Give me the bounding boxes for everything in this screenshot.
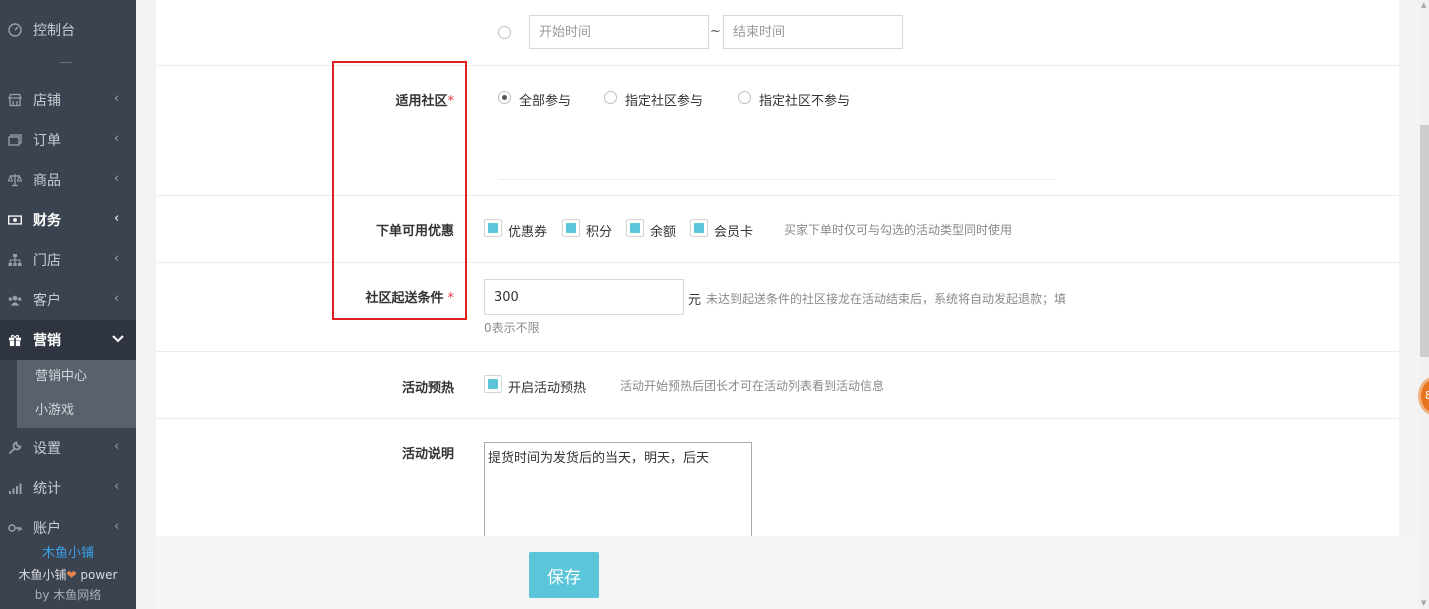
- scroll-down-icon[interactable]: ▼: [1421, 600, 1427, 607]
- chevron-left-icon: ‹: [114, 171, 120, 186]
- community-divider: [498, 179, 1056, 180]
- sitemap-icon: [8, 253, 22, 267]
- sidebar-item-marketing[interactable]: 营销: [0, 320, 136, 360]
- end-time-input[interactable]: [723, 15, 903, 49]
- scale-icon: [8, 173, 22, 187]
- sidebar-item-store[interactable]: 店铺 ‹: [0, 80, 136, 120]
- scrollbar-thumb[interactable]: [1420, 125, 1429, 357]
- community-radio-excluded[interactable]: [738, 91, 751, 104]
- chevron-left-icon: ‹: [114, 291, 120, 306]
- brand-power-suffix: power: [76, 568, 118, 582]
- scroll-up-icon[interactable]: ▲: [1421, 2, 1427, 9]
- sidebar-item-label: 统计: [33, 481, 61, 497]
- sidebar-item-label: 门店: [33, 253, 61, 269]
- footer-bar: [156, 536, 1419, 609]
- sidebar-item-label: 店铺: [33, 93, 61, 109]
- dashboard-icon: [8, 23, 22, 37]
- discount-checkbox-coupon[interactable]: [484, 219, 502, 237]
- community-radio-all[interactable]: [498, 91, 511, 104]
- sidebar: 控制台 店铺 ‹ 订单 ‹ 商品 ‹ 财务 ‹ 门店 ‹ 客户 ‹ 营销 营销中…: [0, 0, 136, 609]
- description-label: 活动说明: [401, 447, 454, 462]
- order-icon: [8, 133, 22, 147]
- discount-hint: 买家下单时仅可与勾选的活动类型同时使用: [784, 223, 1013, 237]
- community-option-all[interactable]: 全部参与: [519, 90, 571, 109]
- sidebar-item-customer[interactable]: 客户 ‹: [0, 280, 136, 320]
- sidebar-item-label: 账户: [33, 521, 61, 537]
- community-radio-specified[interactable]: [604, 91, 617, 104]
- sidebar-item-label: 设置: [33, 441, 61, 457]
- chevron-left-icon: ‹: [114, 479, 120, 494]
- heart-icon: ❤: [66, 568, 77, 582]
- sidebar-item-label: 控制台: [33, 23, 75, 39]
- save-button[interactable]: 保存: [529, 552, 599, 598]
- delivery-hint: 未达到起送条件的社区接龙在活动结束后，系统将自动发起退款；填: [706, 292, 1067, 306]
- bar-signal-icon: [8, 481, 22, 495]
- sidebar-subitem-marketing-center[interactable]: 营销中心: [17, 360, 136, 394]
- sidebar-item-label: 财务: [33, 213, 61, 229]
- chevron-left-icon: ‹: [114, 91, 120, 106]
- sidebar-subitem-minigame[interactable]: 小游戏: [17, 394, 136, 428]
- discount-checkbox-balance[interactable]: [626, 219, 644, 237]
- sidebar-brand: 木鱼小铺 木鱼小铺❤ power by 木鱼网络: [0, 543, 136, 605]
- gift-icon: [8, 333, 22, 347]
- sidebar-item-label: 营销: [33, 333, 61, 349]
- time-separator: ~: [710, 24, 721, 39]
- chevron-left-icon: ‹: [114, 519, 120, 534]
- preheat-hint: 活动开始预热后团长才可在活动列表看到活动信息: [620, 379, 885, 393]
- sidebar-item-order[interactable]: 订单 ‹: [0, 120, 136, 160]
- brand-power-prefix: 木鱼小铺: [18, 568, 67, 582]
- discount-option-balance[interactable]: 余额: [650, 221, 676, 240]
- money-icon: [8, 213, 22, 227]
- chevron-left-icon: ‹: [114, 439, 120, 454]
- sidebar-item-label: 订单: [33, 133, 61, 149]
- key-icon: [8, 521, 22, 535]
- chevron-left-icon: ‹: [114, 251, 120, 266]
- store-icon: [8, 93, 22, 107]
- sidebar-item-goods[interactable]: 商品 ‹: [0, 160, 136, 200]
- discount-checkbox-membercard[interactable]: [690, 219, 708, 237]
- highlight-box: [332, 61, 467, 320]
- delivery-unit: 元: [688, 293, 702, 308]
- sidebar-item-dashboard[interactable]: 控制台: [0, 10, 136, 50]
- community-option-specified[interactable]: 指定社区参与: [625, 90, 703, 109]
- discount-option-coupon[interactable]: 优惠券: [508, 221, 547, 240]
- delivery-threshold-input[interactable]: [484, 279, 684, 315]
- sidebar-item-stats[interactable]: 统计 ‹: [0, 468, 136, 508]
- chevron-left-icon: ‹: [114, 131, 120, 146]
- discount-option-membercard[interactable]: 会员卡: [714, 221, 753, 240]
- discount-checkbox-points[interactable]: [562, 219, 580, 237]
- brand-by-line: by 木鱼网络: [34, 588, 102, 602]
- row-divider: [156, 418, 1399, 419]
- wrench-icon: [8, 441, 22, 455]
- sidebar-submenu: 营销中心 小游戏: [17, 360, 136, 428]
- brand-link[interactable]: 木鱼小铺: [0, 543, 136, 565]
- brand-power-line: 木鱼小铺❤ power: [0, 565, 136, 585]
- sidebar-item-account[interactable]: 账户 ‹: [0, 508, 136, 548]
- chevron-left-icon: ‹: [114, 211, 120, 226]
- delivery-sub-hint: 0表示不限: [484, 321, 540, 335]
- chevron-down-icon: [112, 333, 124, 347]
- sidebar-item-settings[interactable]: 设置 ‹: [0, 428, 136, 468]
- row-divider: [156, 351, 1399, 352]
- sidebar-item-label: 商品: [33, 173, 61, 189]
- community-option-excluded[interactable]: 指定社区不参与: [759, 90, 850, 109]
- sidebar-divider: [60, 62, 72, 63]
- preheat-label: 活动预热: [401, 381, 454, 396]
- discount-option-points[interactable]: 积分: [586, 221, 612, 240]
- sidebar-item-shop[interactable]: 门店 ‹: [0, 240, 136, 280]
- time-radio[interactable]: [498, 26, 511, 39]
- sidebar-item-label: 客户: [33, 293, 61, 309]
- start-time-input[interactable]: [529, 15, 709, 49]
- users-icon: [8, 293, 22, 307]
- preheat-option[interactable]: 开启活动预热: [508, 377, 586, 396]
- sidebar-item-finance[interactable]: 财务 ‹: [0, 200, 136, 240]
- preheat-checkbox[interactable]: [484, 375, 502, 393]
